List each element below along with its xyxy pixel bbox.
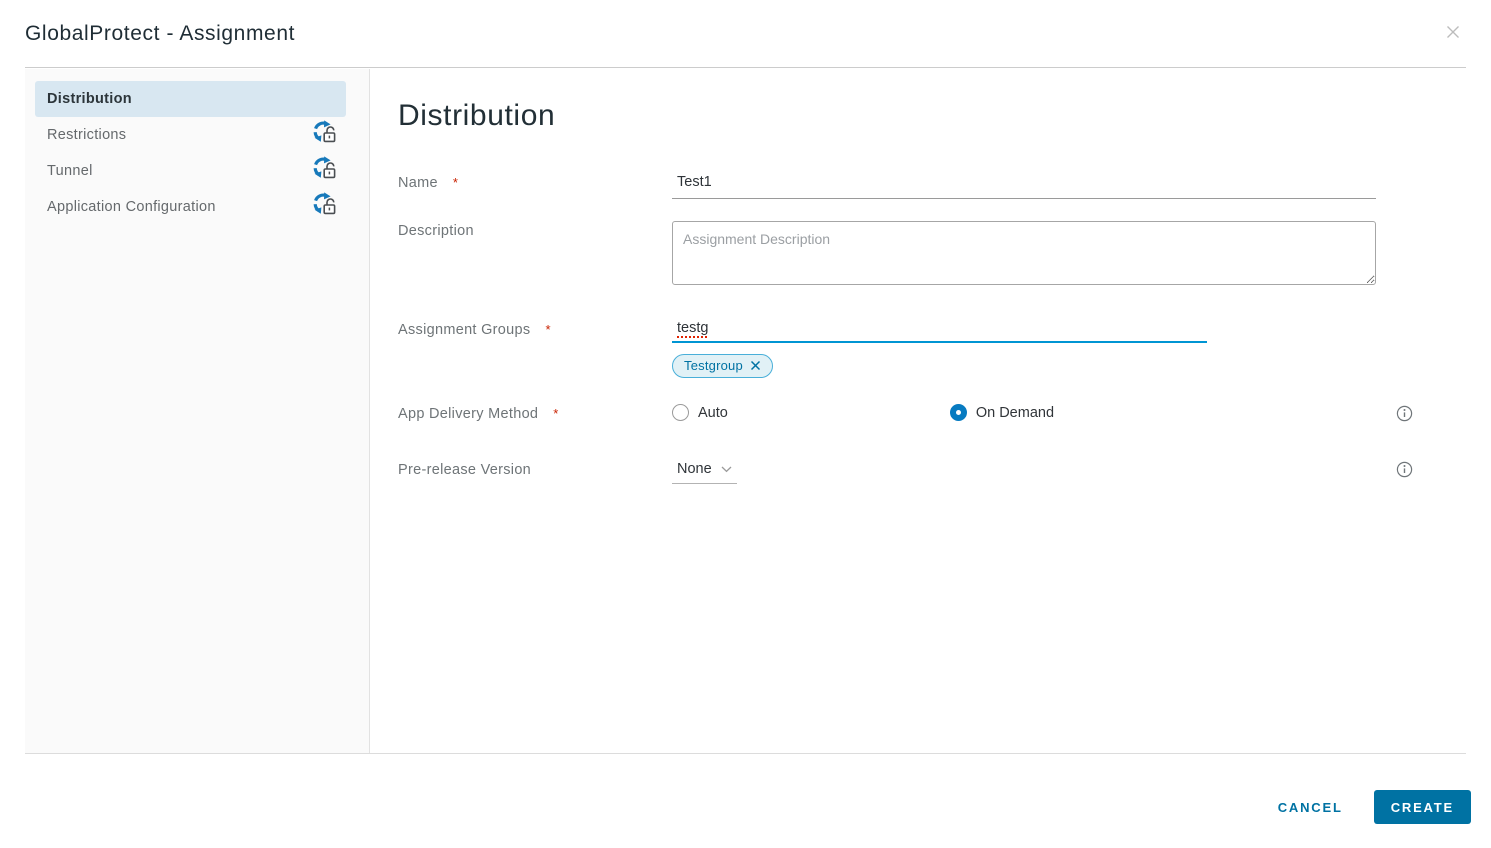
assignment-groups-label: Assignment Groups * — [398, 322, 551, 338]
description-textarea[interactable] — [672, 221, 1376, 285]
chevron-down-icon — [721, 461, 732, 477]
assignment-groups-input-text: testg — [677, 320, 709, 336]
globalprotect-assignment-dialog: GlobalProtect - Assignment Distribution … — [0, 0, 1491, 848]
name-row: Name * — [398, 173, 1466, 199]
override-unlocked-icon — [311, 192, 341, 222]
name-input[interactable] — [672, 174, 1376, 199]
group-chip-label: Testgroup — [684, 358, 743, 373]
description-row: Description — [398, 221, 1466, 290]
sidebar-item-label: Application Configuration — [47, 199, 216, 215]
radio-auto-label: Auto — [698, 404, 728, 421]
sidebar-item-distribution[interactable]: Distribution — [35, 81, 346, 117]
pre-release-version-row: Pre-release Version None — [398, 460, 1466, 484]
radio-on-demand-label: On Demand — [975, 404, 1055, 421]
assignment-groups-row: Assignment Groups * testg Testgroup — [398, 320, 1466, 378]
radio-unchecked-icon — [672, 404, 689, 421]
titlebar: GlobalProtect - Assignment — [25, 0, 1466, 68]
dialog-body: Distribution Restrictions Tunnel Applica… — [25, 69, 1466, 754]
sidebar-item-application-configuration[interactable]: Application Configuration — [35, 189, 346, 225]
app-delivery-method-options: Auto On Demand — [672, 404, 1376, 421]
close-icon — [1444, 23, 1462, 44]
info-icon[interactable] — [1396, 461, 1413, 483]
create-button[interactable]: CREATE — [1373, 790, 1471, 824]
required-asterisk: * — [545, 322, 551, 337]
app-delivery-method-row: App Delivery Method * Auto On Demand — [398, 404, 1466, 427]
sidebar-item-label: Restrictions — [47, 127, 127, 143]
content-panel: Distribution Name* Description — [370, 69, 1466, 753]
pre-release-version-dropdown[interactable]: None — [672, 461, 737, 484]
close-button[interactable] — [1440, 19, 1466, 48]
group-chip-testgroup[interactable]: Testgroup — [672, 354, 773, 378]
sidebar-item-tunnel[interactable]: Tunnel — [35, 153, 346, 189]
dialog-title: GlobalProtect - Assignment — [25, 21, 296, 45]
radio-checked-icon — [949, 404, 967, 421]
required-asterisk: * — [452, 175, 459, 190]
sidebar-item-restrictions[interactable]: Restrictions — [35, 117, 346, 153]
override-unlocked-icon — [311, 156, 341, 186]
chip-remove-icon[interactable] — [750, 360, 761, 371]
required-asterisk: * — [553, 406, 559, 421]
selected-groups: Testgroup — [672, 354, 1376, 378]
info-icon[interactable] — [1396, 405, 1413, 427]
radio-auto[interactable]: Auto — [672, 404, 728, 421]
dropdown-value: None — [677, 461, 712, 477]
name-label: Name * — [398, 175, 459, 191]
dialog-footer: CANCEL CREATE — [0, 754, 1491, 848]
pre-release-version-label: Pre-release Version — [398, 462, 532, 478]
sidebar-item-label: Tunnel — [47, 163, 93, 179]
description-label: Description — [398, 223, 474, 239]
page-title: Distribution — [398, 99, 556, 132]
override-unlocked-icon — [311, 120, 341, 150]
radio-on-demand[interactable]: On Demand — [949, 404, 1055, 421]
cancel-button[interactable]: CANCEL — [1274, 792, 1347, 823]
app-delivery-method-label: App Delivery Method * — [398, 406, 559, 422]
sidebar-item-label: Distribution — [47, 91, 132, 107]
assignment-groups-input[interactable]: testg — [672, 320, 1207, 343]
sidebar: Distribution Restrictions Tunnel Applica… — [25, 69, 370, 753]
